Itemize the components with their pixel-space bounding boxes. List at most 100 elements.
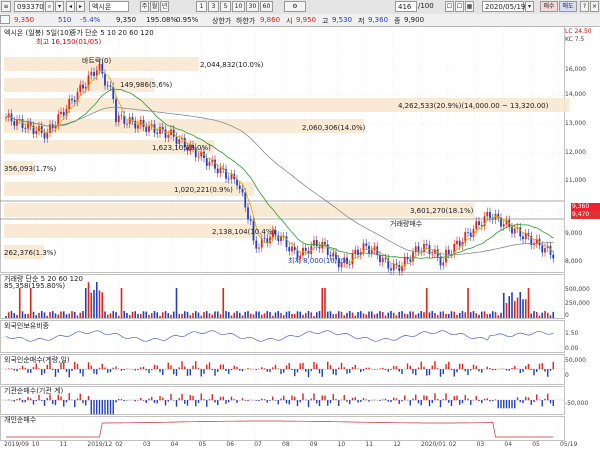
net-buy-bar (448, 400, 450, 403)
buy-button[interactable]: 매수 (540, 1, 558, 12)
volume-bar (156, 312, 159, 318)
stock-chart[interactable] (0, 26, 600, 451)
calendar-icon[interactable]: ▾ (525, 1, 534, 12)
net-buy-bar (492, 400, 494, 402)
batch-annotation: 바트락(0) (82, 57, 112, 65)
net-buy-bar (269, 400, 271, 401)
net-buy-bar (96, 400, 98, 415)
stock-name-field[interactable]: 엑시온 (89, 1, 129, 12)
volume-bar (139, 314, 142, 318)
volume-bar (7, 312, 10, 318)
volume-bar (189, 315, 192, 318)
volume-bar (310, 312, 313, 318)
volume-bar (458, 313, 461, 318)
net-buy-bar (140, 367, 142, 370)
net-buy-bar (255, 369, 257, 370)
toggle-icon[interactable] (0, 15, 10, 24)
stock-code-input[interactable]: 093370 (14, 1, 44, 12)
net-buy-bar (329, 400, 332, 404)
checkbox-icon[interactable]: ☐ (455, 1, 464, 12)
search-icon[interactable]: ⌕ (45, 1, 54, 12)
net-buy-bar (261, 367, 263, 370)
net-buy-bar (431, 365, 433, 370)
period-month-button[interactable]: 월 (150, 1, 159, 12)
volume-bar (513, 301, 516, 318)
volume-bar (296, 311, 299, 318)
sell-button[interactable]: 매도 (559, 1, 577, 12)
candle-body (351, 253, 354, 265)
candle-body (409, 259, 412, 262)
interval-5-button[interactable]: 5 (220, 1, 231, 12)
date-input[interactable]: 2020/05/19 (482, 1, 525, 12)
candle-body (423, 243, 425, 252)
net-buy-bar (294, 396, 296, 401)
candle-body (447, 249, 450, 255)
price-tick: 8,000 (565, 258, 583, 265)
net-buy-bar (299, 363, 301, 370)
candle-body (128, 117, 131, 124)
close-icon[interactable]: × (590, 1, 599, 12)
volume-bar (10, 311, 13, 318)
program-pane-title: 개인순매수 (4, 416, 37, 424)
net-buy-bar (167, 400, 169, 402)
net-buy-bar (38, 368, 40, 370)
net-buy-bar (500, 400, 502, 409)
candle-body (82, 84, 84, 89)
help-icon[interactable]: ? (580, 1, 589, 12)
net-buy-bar (233, 399, 235, 401)
interval-10-button[interactable]: 10 (232, 1, 245, 12)
net-buy-bar (74, 400, 76, 408)
volume-bar (384, 315, 387, 318)
interval-30-button[interactable]: 30 (246, 1, 259, 12)
volume-bar (343, 315, 346, 318)
net-buy-bar (373, 369, 376, 370)
net-buy-bar (313, 361, 315, 370)
volume-bar (40, 311, 43, 318)
net-buy-bar (494, 369, 497, 371)
net-buy-bar (398, 369, 400, 372)
net-buy-bar (351, 367, 354, 370)
volume-bar (434, 312, 436, 318)
net-buy-bar (241, 398, 244, 401)
checkbox-icon[interactable]: ☐ (445, 1, 454, 12)
high-price: 9,950 (296, 16, 317, 24)
inst-tick: -50,000 (565, 400, 589, 407)
period-year-button[interactable]: 년 (160, 1, 169, 12)
net-buy-bar (228, 369, 230, 374)
volume-bar (35, 315, 38, 318)
volume-bar (401, 311, 403, 318)
calendar-icon[interactable]: ▦ (465, 1, 474, 12)
net-buy-bar (137, 369, 139, 371)
interval-1-button[interactable]: 1 (196, 1, 207, 12)
menu-icon[interactable]: ≡ (1, 1, 11, 12)
net-buy-bar (401, 369, 403, 374)
net-buy-bar (382, 399, 384, 401)
net-buy-bar (373, 399, 376, 401)
net-buy-bar (445, 393, 447, 401)
net-buy-bar (508, 400, 510, 409)
volume-bar (414, 314, 417, 318)
volume-bar (346, 312, 348, 318)
volume-bar (403, 313, 406, 318)
net-buy-bar (291, 395, 293, 401)
net-buy-bar (340, 399, 343, 401)
date-tick: 10 (337, 441, 346, 448)
candle-body (304, 247, 307, 251)
interval-60-button[interactable]: 60 (260, 1, 273, 12)
volume-bar (282, 315, 285, 318)
volume-bar (68, 313, 71, 318)
net-buy-bar (109, 369, 112, 373)
nav-icon[interactable]: ▸ (76, 1, 85, 12)
settings-icon[interactable]: ⚙ (284, 1, 306, 12)
volume-bar (117, 315, 120, 318)
net-buy-bar (420, 361, 422, 370)
net-buy-bar (10, 400, 13, 401)
interval-3-button[interactable]: 3 (208, 1, 219, 12)
period-week-button[interactable]: 주 (140, 1, 149, 12)
date-tick: 2020/01 (421, 441, 446, 448)
count-input[interactable]: 416 (395, 1, 417, 12)
dropdown-icon[interactable]: ▾ (55, 1, 64, 12)
volume-bar (500, 312, 502, 318)
volume-bar (178, 314, 181, 318)
nav-icon[interactable]: ◂ (66, 1, 75, 12)
